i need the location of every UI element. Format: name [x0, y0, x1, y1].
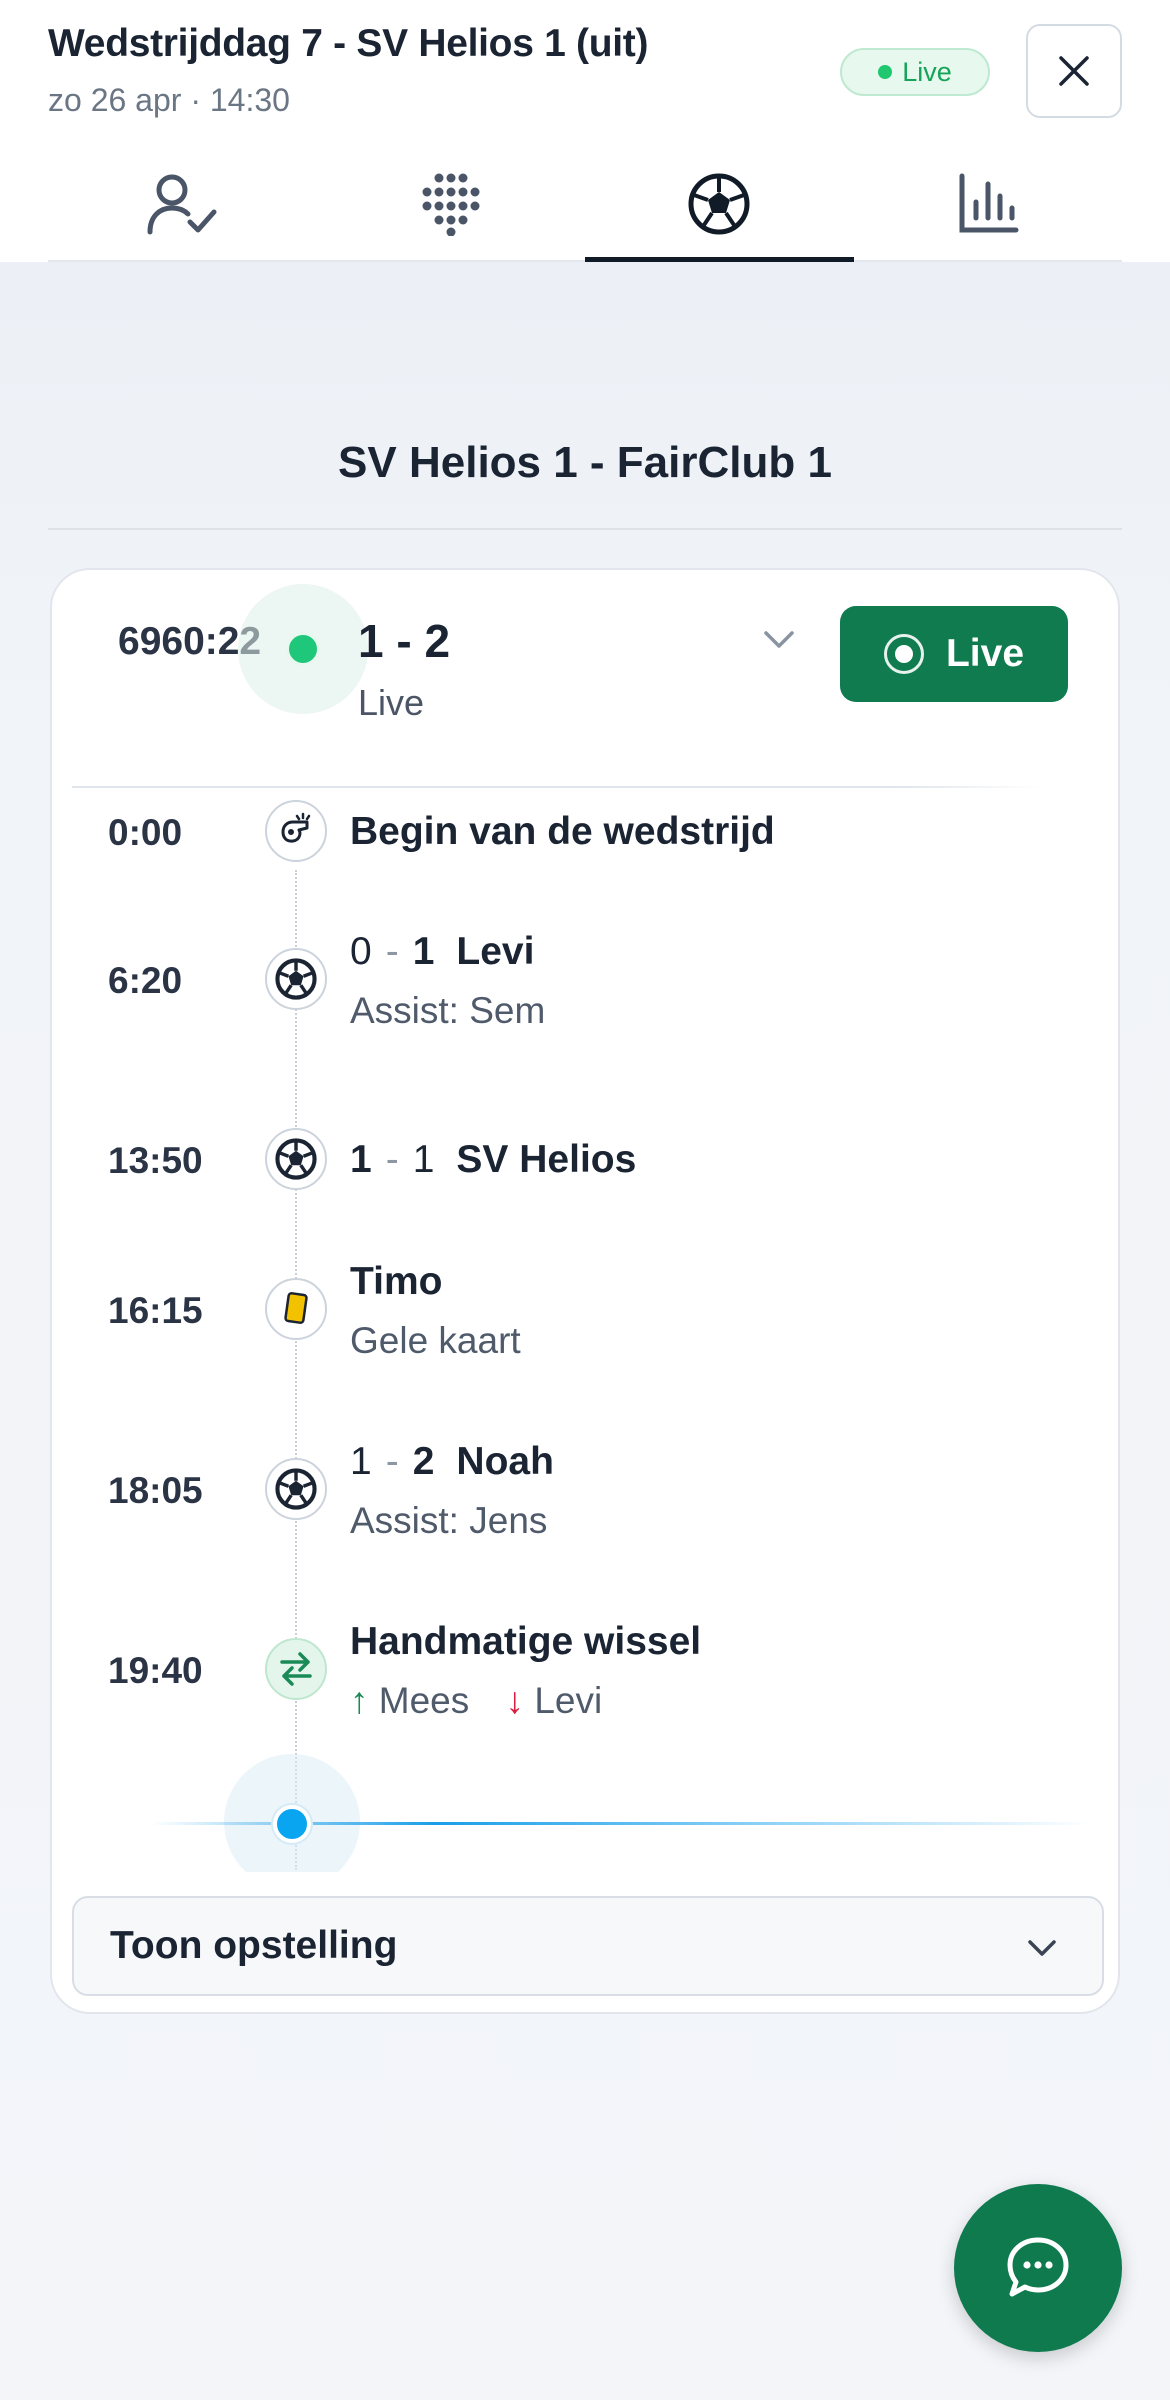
live-dot-icon: [878, 65, 893, 79]
soccer-ball-icon: [275, 1138, 317, 1180]
match-status-text: Live: [358, 682, 425, 723]
user-check-icon: [147, 174, 217, 235]
event-icon-wrap: [265, 1278, 327, 1340]
live-button[interactable]: Live: [840, 606, 1068, 702]
event-time: 16:15: [108, 1290, 203, 1331]
record-icon: [883, 634, 924, 674]
chevron-down-icon: [1028, 1940, 1056, 1956]
formation-dots-icon: [422, 173, 480, 236]
score-left: 1: [350, 1138, 372, 1181]
timeline-line: [295, 870, 297, 1870]
event-time: 6:20: [108, 960, 183, 1001]
chat-bubble-icon: [1007, 2237, 1069, 2297]
match-status-row: 6960:22 1 - 2 Live Live: [52, 570, 1118, 788]
event-icon-wrap: [265, 1458, 327, 1520]
event-goal-line: 0-1 Levi: [350, 930, 535, 973]
bar-chart-icon: [959, 173, 1019, 233]
event-title: Begin van de wedstrijd: [350, 810, 775, 853]
divider: [48, 528, 1122, 530]
match-score: 1 - 2: [358, 615, 451, 667]
yellow-card-icon: [284, 1292, 308, 1324]
tab-match-events[interactable]: [585, 148, 854, 262]
event-detail: Assist: Sem: [350, 990, 546, 1031]
soccer-ball-icon: [275, 958, 317, 1000]
match-events-card: 6960:22 1 - 2 Live Live 0:00 Begin van d…: [50, 568, 1120, 2014]
event-detail: Assist: Jens: [350, 1500, 548, 1541]
event-time: 19:40: [108, 1650, 203, 1691]
score-right: 2: [412, 1440, 435, 1483]
substitution-icon: [280, 1652, 312, 1686]
goal-scorer: SV Helios: [456, 1138, 637, 1181]
player-in: Mees: [378, 1680, 470, 1721]
event-time: 13:50: [108, 1140, 203, 1181]
show-lineup-button[interactable]: Toon opstelling: [72, 1896, 1104, 1996]
divider: [72, 786, 1042, 788]
event-icon-wrap: [265, 1638, 327, 1700]
show-lineup-label: Toon opstelling: [110, 1924, 398, 1967]
live-button-label: Live: [945, 632, 1025, 675]
close-icon: [1059, 56, 1089, 86]
whistle-icon: [281, 812, 311, 843]
score-right: 1: [412, 930, 435, 973]
soccer-ball-icon: [275, 1468, 317, 1510]
event-goal-line: 1-2 Noah: [350, 1440, 554, 1483]
arrow-down-icon: ↓: [505, 1680, 525, 1721]
event-goal-line: 1-1 SV Helios: [350, 1138, 637, 1181]
score-left: 0: [350, 930, 372, 973]
tab-formation[interactable]: [317, 148, 586, 260]
soccer-ball-icon: [688, 173, 750, 235]
chat-button[interactable]: [954, 2184, 1122, 2352]
header: Wedstrijddag 7 - SV Helios 1 (uit) zo 26…: [0, 0, 1170, 262]
arrow-up-icon: ↑: [350, 1680, 369, 1721]
event-title: Timo: [350, 1260, 443, 1303]
player-out: Levi: [534, 1680, 603, 1721]
event-icon-wrap: [265, 800, 327, 862]
goal-scorer: Noah: [456, 1440, 554, 1483]
match-datetime: zo 26 apr · 14:30: [48, 82, 290, 118]
substitution-detail: ↑ Mees ↓ Levi: [350, 1680, 602, 1722]
page-title: Wedstrijddag 7 - SV Helios 1 (uit): [48, 22, 649, 65]
match-teams-title: SV Helios 1 - FairClub 1: [338, 438, 832, 487]
event-time: 18:05: [108, 1470, 203, 1511]
live-status-label: Live: [902, 56, 952, 87]
tab-attendance[interactable]: [48, 148, 317, 260]
goal-scorer: Levi: [456, 930, 535, 973]
tab-bar: [48, 148, 1122, 262]
event-icon-wrap: [265, 1128, 327, 1190]
current-time-marker: [273, 1805, 311, 1843]
score-left: 1: [350, 1440, 372, 1483]
score-right: 1: [412, 1138, 435, 1181]
event-icon-wrap: [265, 948, 327, 1010]
tab-statistics[interactable]: [854, 148, 1123, 260]
live-indicator-icon: [286, 632, 320, 666]
close-button[interactable]: [1026, 24, 1122, 118]
event-detail: Gele kaart: [350, 1320, 521, 1361]
chevron-down-icon[interactable]: [756, 616, 802, 662]
event-title: Handmatige wissel: [350, 1620, 702, 1663]
event-time: 0:00: [108, 812, 183, 853]
live-status-badge: Live: [840, 48, 990, 96]
